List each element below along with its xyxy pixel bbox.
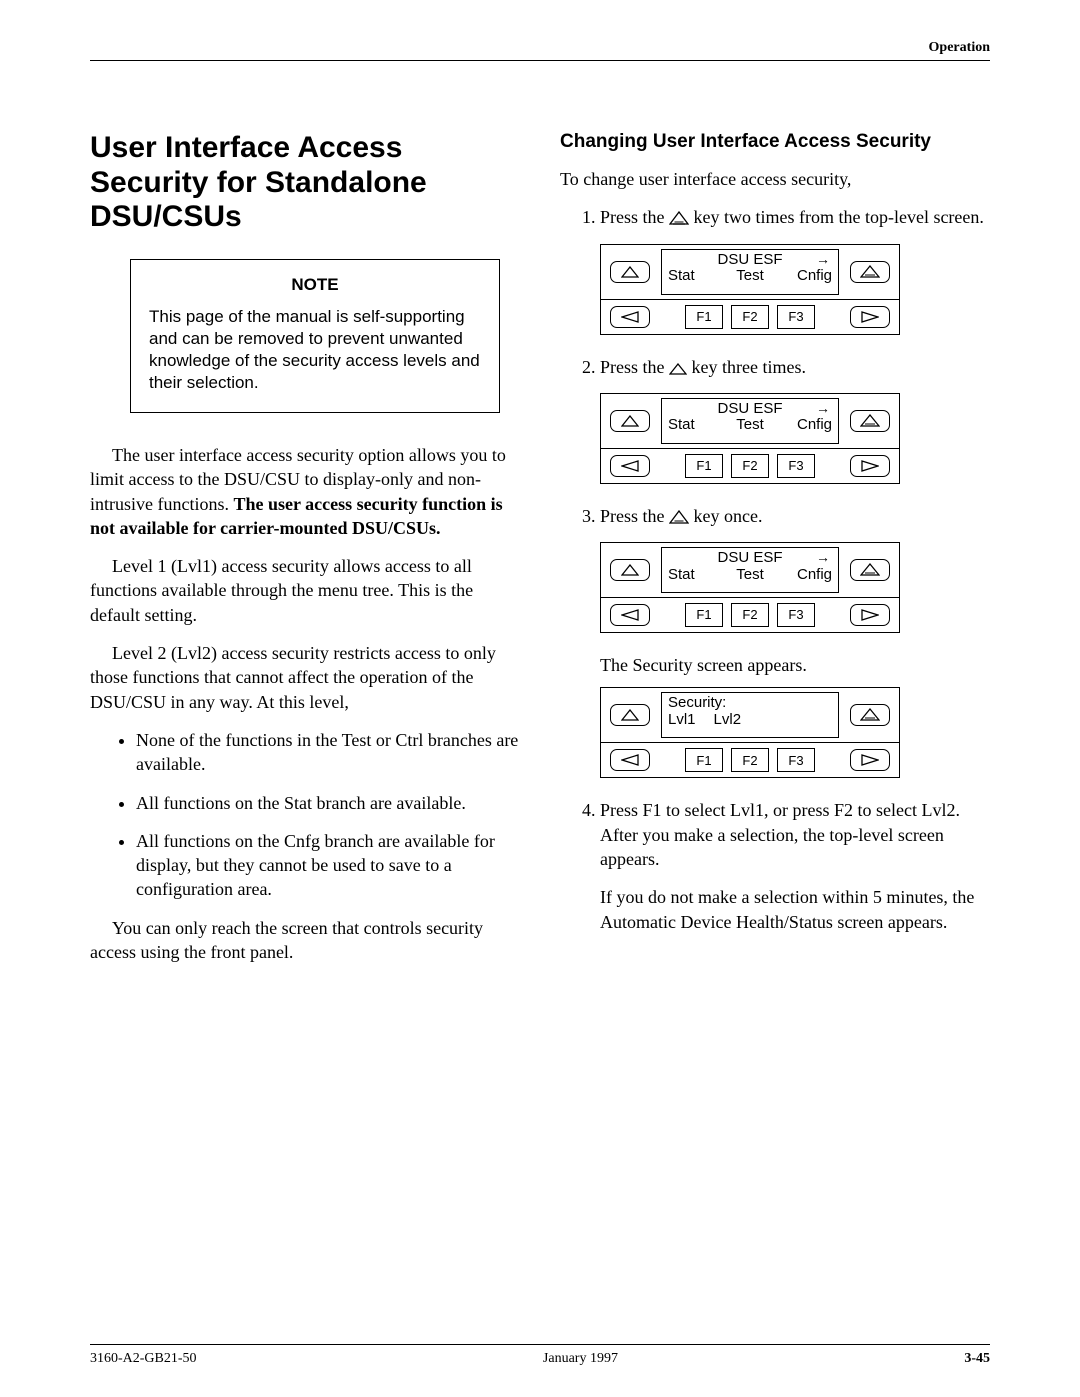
lcd-test: Test bbox=[723, 268, 778, 285]
lcd-security-label: Security: bbox=[668, 695, 832, 712]
lcd-screen: DSU ESF → Stat Test Cnfig bbox=[661, 547, 839, 593]
lcd-screen-security: Security: Lvl1 Lvl2 bbox=[661, 692, 839, 738]
step-3-text: Press the key once. bbox=[600, 504, 990, 528]
page: Operation User Interface Access Security… bbox=[0, 0, 1080, 1397]
home-triangle-icon bbox=[669, 510, 689, 524]
step-3-text-b: key once. bbox=[689, 506, 762, 526]
lcd-stat: Stat bbox=[668, 567, 723, 584]
up-triangle-button bbox=[610, 559, 650, 581]
lcd-screen: DSU ESF → Stat Test Cnfig bbox=[661, 398, 839, 444]
lcd-test: Test bbox=[723, 417, 778, 434]
bullet-3: All functions on the Cnfg branch are ava… bbox=[136, 829, 520, 902]
home-triangle-button bbox=[850, 410, 890, 432]
f1-key: F1 bbox=[685, 454, 723, 478]
front-panel-paragraph: You can only reach the screen that contr… bbox=[90, 916, 520, 965]
lcd-title: DSU ESF bbox=[717, 400, 782, 417]
up-triangle-button bbox=[610, 704, 650, 726]
lcd-title: DSU ESF bbox=[717, 251, 782, 268]
step-2: Press the key three times. bbox=[600, 355, 990, 484]
f3-key: F3 bbox=[777, 748, 815, 772]
section-title: User Interface Access Security for Stand… bbox=[90, 131, 520, 235]
security-screen-appears: The Security screen appears. bbox=[600, 653, 990, 677]
note-box: NOTE This page of the manual is self-sup… bbox=[130, 259, 500, 413]
right-column: Changing User Interface Access Security … bbox=[560, 131, 990, 978]
up-triangle-button bbox=[610, 410, 650, 432]
footer-page-number: 3-45 bbox=[964, 1351, 990, 1367]
footer-date: January 1997 bbox=[543, 1351, 618, 1367]
lcd-test: Test bbox=[723, 567, 778, 584]
f1-key: F1 bbox=[685, 603, 723, 627]
procedure-heading: Changing User Interface Access Security bbox=[560, 131, 990, 153]
front-panel-diagram-2: DSU ESF → Stat Test Cnfig bbox=[600, 393, 900, 484]
f1-key: F1 bbox=[685, 305, 723, 329]
two-column-layout: User Interface Access Security for Stand… bbox=[90, 131, 990, 978]
up-triangle-button bbox=[610, 261, 650, 283]
f2-key: F2 bbox=[731, 454, 769, 478]
f1-key: F1 bbox=[685, 748, 723, 772]
left-triangle-button bbox=[610, 604, 650, 626]
procedure-intro: To change user interface access security… bbox=[560, 167, 990, 191]
lcd-stat: Stat bbox=[668, 417, 723, 434]
left-triangle-button bbox=[610, 455, 650, 477]
level2-paragraph: Level 2 (Lvl2) access security restricts… bbox=[90, 641, 520, 714]
step-1-text-a: Press the bbox=[600, 207, 669, 227]
f2-key: F2 bbox=[731, 748, 769, 772]
lcd-title: DSU ESF bbox=[717, 549, 782, 566]
step-1-text: Press the key two times from the top-lev… bbox=[600, 205, 990, 229]
intro-paragraph: The user interface access security optio… bbox=[90, 443, 520, 540]
right-triangle-button bbox=[850, 749, 890, 771]
f2-key: F2 bbox=[731, 305, 769, 329]
left-column: User Interface Access Security for Stand… bbox=[90, 131, 520, 978]
left-triangle-button bbox=[610, 749, 650, 771]
left-triangle-button bbox=[610, 306, 650, 328]
step-2-text-b: key three times. bbox=[687, 357, 806, 377]
running-head: Operation bbox=[90, 40, 990, 56]
f3-key: F3 bbox=[777, 603, 815, 627]
scroll-right-arrow-icon: → bbox=[816, 550, 830, 565]
page-footer: 3160-A2-GB21-50 January 1997 3-45 bbox=[90, 1344, 990, 1367]
bullet-2: All functions on the Stat branch are ava… bbox=[136, 791, 520, 815]
step-2-text-a: Press the bbox=[600, 357, 669, 377]
lcd-cnfig: Cnfig bbox=[777, 268, 832, 285]
lcd-screen: DSU ESF → Stat Test Cnfig bbox=[661, 249, 839, 295]
scroll-right-arrow-icon: → bbox=[816, 401, 830, 416]
note-label: NOTE bbox=[149, 274, 481, 296]
step-1-text-b: key two times from the top-level screen. bbox=[689, 207, 984, 227]
home-triangle-button bbox=[850, 704, 890, 726]
scroll-right-arrow-icon: → bbox=[816, 252, 830, 267]
bullet-1: None of the functions in the Test or Ctr… bbox=[136, 728, 520, 777]
lcd-cnfig: Cnfig bbox=[777, 417, 832, 434]
up-triangle-icon bbox=[669, 363, 687, 375]
lcd-cnfig: Cnfig bbox=[777, 567, 832, 584]
right-triangle-button bbox=[850, 455, 890, 477]
home-triangle-button bbox=[850, 261, 890, 283]
f2-key: F2 bbox=[731, 603, 769, 627]
footer-rule bbox=[90, 1344, 990, 1345]
footer-doc-id: 3160-A2-GB21-50 bbox=[90, 1351, 197, 1367]
front-panel-diagram-security: Security: Lvl1 Lvl2 bbox=[600, 687, 900, 778]
step-1: Press the key two times from the top-lev… bbox=[600, 205, 990, 334]
lcd-stat: Stat bbox=[668, 268, 723, 285]
step-2-text: Press the key three times. bbox=[600, 355, 990, 379]
step-3: Press the key once. bbox=[600, 504, 990, 779]
level1-paragraph: Level 1 (Lvl1) access security allows ac… bbox=[90, 554, 520, 627]
f3-key: F3 bbox=[777, 454, 815, 478]
level2-bullets: None of the functions in the Test or Ctr… bbox=[90, 728, 520, 902]
step-4: Press F1 to select Lvl1, or press F2 to … bbox=[600, 798, 990, 933]
lcd-lvl1: Lvl1 bbox=[668, 712, 696, 729]
right-triangle-button bbox=[850, 306, 890, 328]
lcd-lvl2: Lvl2 bbox=[714, 712, 742, 729]
step-4-text-a: Press F1 to select Lvl1, or press F2 to … bbox=[600, 798, 990, 871]
right-triangle-button bbox=[850, 604, 890, 626]
top-rule bbox=[90, 60, 990, 61]
step-3-text-a: Press the bbox=[600, 506, 669, 526]
procedure-steps: Press the key two times from the top-lev… bbox=[560, 205, 990, 934]
step-4-text-b: If you do not make a selection within 5 … bbox=[600, 885, 990, 934]
front-panel-diagram-3: DSU ESF → Stat Test Cnfig bbox=[600, 542, 900, 633]
note-text: This page of the manual is self-supporti… bbox=[149, 306, 481, 394]
f3-key: F3 bbox=[777, 305, 815, 329]
front-panel-diagram-1: DSU ESF → Stat Test Cnfig bbox=[600, 244, 900, 335]
home-triangle-icon bbox=[669, 211, 689, 225]
home-triangle-button bbox=[850, 559, 890, 581]
